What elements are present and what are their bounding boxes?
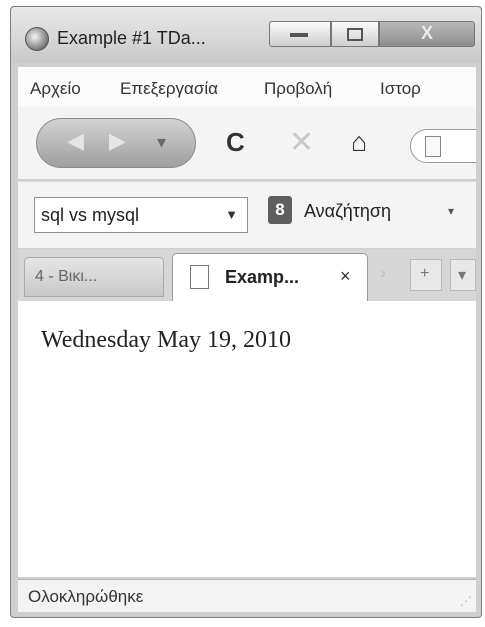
chevron-down-icon: ▾ [458, 267, 467, 284]
date-text: Wednesday May 19, 2010 [41, 327, 292, 353]
resize-grip-icon[interactable]: ⋰ [460, 594, 472, 608]
close-button[interactable]: X [379, 21, 475, 47]
maximize-button[interactable] [331, 21, 379, 47]
menu-file-label: Αρχείο [30, 79, 81, 98]
page-icon [425, 136, 441, 157]
window-title: Example #1 TDa... [57, 28, 206, 48]
browser-window: Example #1 TDa... X Αρχείο Επεξεργασία Π… [10, 6, 482, 618]
menu-bar: Αρχείο Επεξεργασία Προβολή Ιστορ [18, 67, 476, 107]
status-bar: Ολοκληρώθηκε ⋰ [18, 579, 476, 612]
home-icon[interactable]: ⌂ [351, 127, 367, 158]
back-forward-group: ◀ ▶ ▾ [36, 118, 196, 168]
tab-list-button[interactable]: ▾ [450, 259, 476, 291]
tab-example[interactable]: Examp... × [172, 253, 368, 301]
menu-file[interactable]: Αρχείο [30, 79, 81, 99]
close-icon: X [420, 23, 433, 43]
search-engine-icon: 8 [268, 196, 292, 224]
new-tab-button[interactable]: + [410, 259, 442, 291]
tab-scroll-icon[interactable]: › [380, 263, 386, 284]
close-tab-icon[interactable]: × [340, 266, 351, 287]
forward-icon[interactable]: ▶ [109, 128, 126, 154]
navigation-toolbar: ◀ ▶ ▾ C ✕ ⌂ [18, 107, 476, 179]
search-combo[interactable]: sql vs mysql ▼ [34, 197, 248, 233]
menu-edit[interactable]: Επεξεργασία [120, 79, 218, 99]
menu-history[interactable]: Ιστορ [380, 79, 421, 99]
url-bar[interactable] [410, 129, 476, 163]
search-toolbar: sql vs mysql ▼ 8 Αναζήτηση ▾ [18, 181, 476, 248]
page-icon [190, 265, 209, 289]
page-content: Wednesday May 19, 2010 [18, 301, 476, 577]
stop-icon[interactable]: ✕ [289, 125, 314, 160]
menu-history-label: Ιστορ [380, 79, 421, 98]
tab-wiki[interactable]: 4 - Βικι... [24, 257, 164, 297]
history-dropdown-icon[interactable]: ▾ [157, 132, 166, 153]
search-combo-value: sql vs mysql [41, 205, 140, 225]
title-bar: Example #1 TDa... X [11, 7, 481, 63]
menu-view-label: Προβολή [264, 79, 333, 98]
chevron-down-icon[interactable]: ▾ [448, 204, 454, 218]
plus-icon: + [420, 265, 430, 282]
status-text: Ολοκληρώθηκε [28, 587, 144, 606]
back-icon[interactable]: ◀ [67, 128, 84, 154]
maximize-icon [347, 28, 363, 41]
tab-label: 4 - Βικι... [35, 268, 98, 285]
app-icon[interactable] [25, 27, 49, 51]
tab-label: Examp... [225, 267, 300, 287]
tab-strip: 4 - Βικι... Examp... × › + ▾ [18, 249, 476, 302]
chevron-down-icon[interactable]: ▼ [225, 207, 238, 222]
minimize-icon [290, 33, 308, 37]
search-engine-label: Αναζήτηση [304, 201, 391, 221]
menu-view[interactable]: Προβολή [264, 79, 332, 99]
menu-edit-label: Επεξεργασία [120, 79, 218, 98]
reload-icon[interactable]: C [226, 127, 245, 158]
minimize-button[interactable] [269, 21, 331, 47]
